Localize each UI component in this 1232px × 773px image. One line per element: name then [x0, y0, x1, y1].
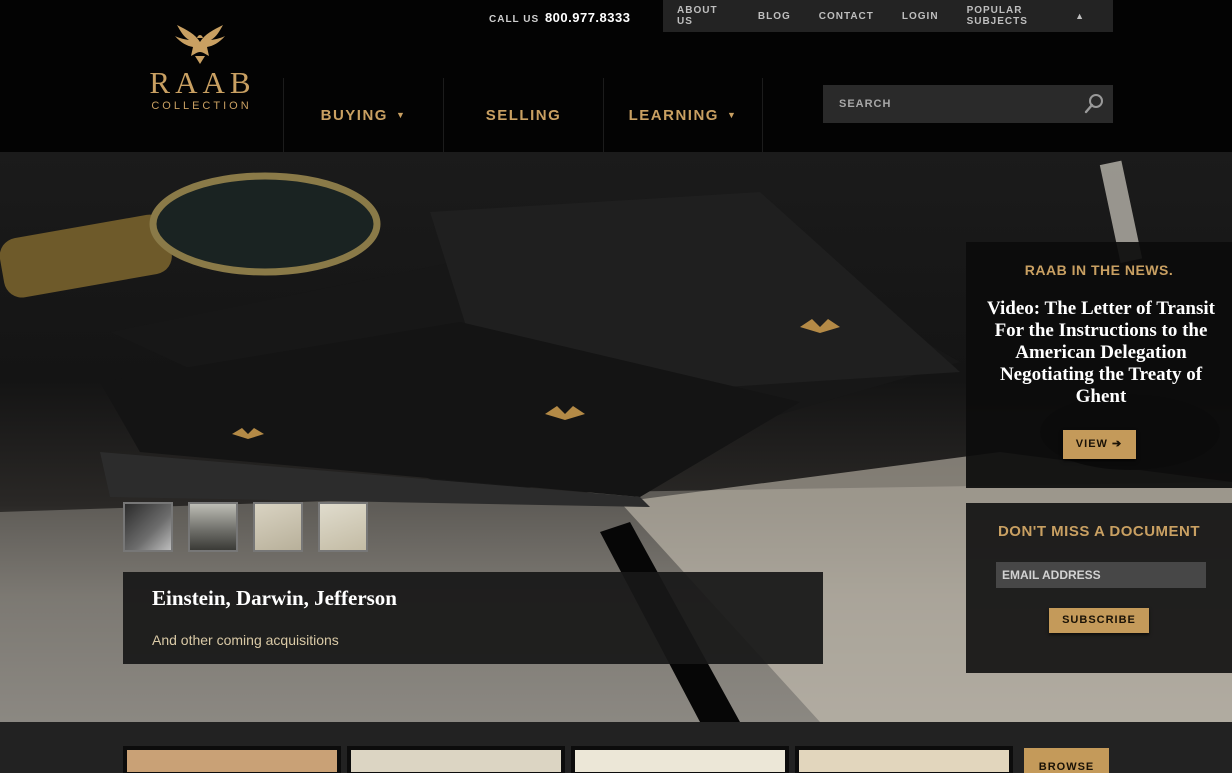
document-thumbnail[interactable]: [571, 746, 789, 773]
util-link-popular-subjects[interactable]: POPULAR SUBJECTS ▲: [967, 5, 1085, 27]
document-thumbnail[interactable]: [347, 746, 565, 773]
nav-buying-label: BUYING: [320, 106, 388, 124]
slide-caption-title: Einstein, Darwin, Jefferson: [152, 586, 397, 610]
caret-down-icon: ▼: [395, 110, 407, 120]
eagle-icon: [175, 25, 225, 64]
magnifier-icon[interactable]: [1083, 93, 1105, 115]
browse-button[interactable]: BROWSE: [1024, 748, 1109, 773]
slide-thumbnail[interactable]: [188, 502, 238, 552]
nav-item-buying[interactable]: BUYING ▼: [283, 78, 443, 152]
slide-thumbnails: [123, 502, 368, 552]
call-us: CALL US 800.977.8333: [489, 10, 630, 25]
phone-number[interactable]: 800.977.8333: [545, 10, 631, 25]
call-us-label: CALL US: [489, 14, 540, 25]
view-button[interactable]: VIEW ➔: [1062, 430, 1136, 459]
nav-selling-label: SELLING: [485, 106, 562, 124]
main-nav: BUYING ▼ SELLING LEARNING ▼: [283, 78, 763, 152]
document-strip: BROWSE: [0, 722, 1232, 773]
util-link-contact[interactable]: CONTACT: [819, 11, 874, 22]
caret-down-icon: ▼: [726, 110, 738, 120]
news-title[interactable]: Video: The Letter of Transit For the Ins…: [976, 298, 1226, 408]
slide-caption-subtitle: And other coming acquisitions: [152, 632, 339, 648]
nav-item-learning[interactable]: LEARNING ▼: [603, 78, 763, 152]
slide-thumbnail[interactable]: [318, 502, 368, 552]
util-link-blog[interactable]: BLOG: [758, 11, 791, 22]
subscribe-panel: DON'T MISS A DOCUMENT SUBSCRIBE: [966, 503, 1232, 673]
slide-caption[interactable]: Einstein, Darwin, Jefferson And other co…: [123, 572, 823, 664]
util-link-login[interactable]: LOGIN: [902, 11, 939, 22]
site-header: CALL US 800.977.8333 ABOUT US BLOG CONTA…: [0, 0, 1232, 152]
logo-wordmark: RAAB: [149, 65, 256, 100]
utility-nav: ABOUT US BLOG CONTACT LOGIN POPULAR SUBJ…: [663, 0, 1113, 32]
site-logo[interactable]: RAAB COLLECTION: [140, 22, 260, 126]
featured-documents: [123, 746, 1013, 773]
popular-subjects-label: POPULAR SUBJECTS: [966, 5, 1028, 27]
news-panel: RAAB IN THE NEWS. Video: The Letter of T…: [966, 242, 1232, 488]
triangle-up-icon: ▲: [1075, 11, 1085, 21]
subscribe-heading: DON'T MISS A DOCUMENT: [997, 523, 1201, 540]
nav-learning-label: LEARNING: [628, 106, 719, 124]
hero-slideshow: Einstein, Darwin, Jefferson And other co…: [0, 152, 1232, 722]
news-heading: RAAB IN THE NEWS.: [1024, 262, 1174, 278]
email-field[interactable]: [996, 562, 1206, 588]
slide-thumbnail[interactable]: [253, 502, 303, 552]
search-input[interactable]: [839, 98, 1069, 110]
document-thumbnail[interactable]: [123, 746, 341, 773]
slide-thumbnail[interactable]: [123, 502, 173, 552]
nav-item-selling[interactable]: SELLING: [443, 78, 603, 152]
util-link-about[interactable]: ABOUT US: [677, 5, 730, 27]
search-box: [823, 85, 1113, 123]
subscribe-button[interactable]: SUBSCRIBE: [1049, 608, 1149, 633]
logo-subtitle: COLLECTION: [151, 100, 252, 112]
document-thumbnail[interactable]: [795, 746, 1013, 773]
